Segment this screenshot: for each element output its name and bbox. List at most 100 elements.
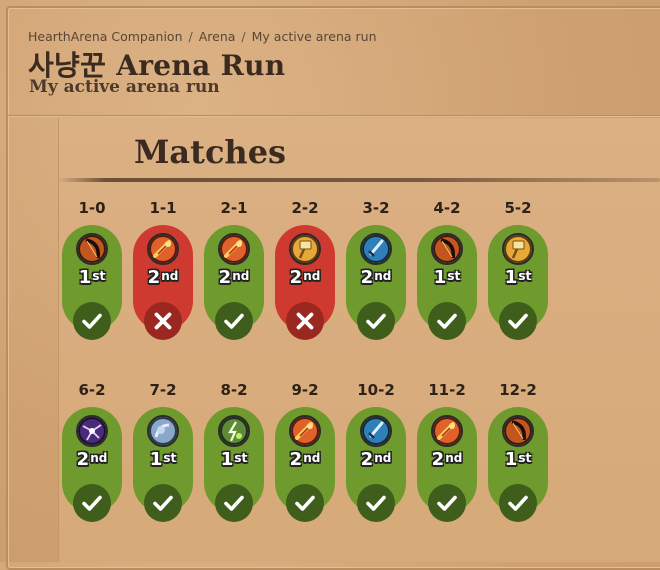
checkmark-icon: [215, 484, 253, 522]
shaman-lightning-icon: [218, 415, 250, 447]
match-score: 9-2: [291, 381, 319, 399]
match-card[interactable]: 6-2 2nd: [62, 381, 122, 522]
checkmark-icon: [73, 484, 111, 522]
match-score: 10-2: [357, 381, 395, 399]
fire-icon: [218, 233, 250, 265]
turn-order-suffix: nd: [303, 451, 321, 465]
match-score: 2-1: [220, 199, 248, 217]
turn-order: 1st: [417, 268, 477, 288]
breadcrumb: HearthArena Companion / Arena / My activ…: [28, 29, 377, 44]
match-card[interactable]: 1-0 1st: [62, 199, 122, 340]
turn-order: 1st: [488, 268, 548, 288]
matches-title: Matches: [134, 133, 287, 171]
match-card[interactable]: 8-2 1st: [204, 381, 264, 522]
turn-order: 1st: [62, 268, 122, 288]
turn-order: 2nd: [275, 268, 335, 288]
turn-order-suffix: st: [163, 451, 177, 465]
match-score: 8-2: [220, 381, 248, 399]
turn-order-suffix: st: [92, 269, 106, 283]
turn-order: 2nd: [346, 450, 406, 470]
checkmark-icon: [357, 484, 395, 522]
turn-order-suffix: nd: [232, 269, 250, 283]
checkmark-icon: [144, 484, 182, 522]
match-win-pill: 1st: [488, 225, 548, 340]
turn-order-suffix: st: [234, 451, 248, 465]
checkmark-icon: [286, 484, 324, 522]
match-score: 11-2: [428, 381, 466, 399]
turn-order-number: 1: [149, 449, 163, 470]
breadcrumb-arena[interactable]: Arena: [199, 29, 236, 44]
match-win-pill: 1st: [62, 225, 122, 340]
page-subtitle: My active arena run: [29, 77, 220, 97]
match-win-pill: 1st: [488, 407, 548, 522]
match-win-pill: 1st: [417, 225, 477, 340]
match-card[interactable]: 11-2 2nd: [417, 381, 477, 522]
match-card[interactable]: 1-1 2nd: [133, 199, 193, 340]
turn-order-number: 2: [431, 449, 445, 470]
match-card[interactable]: 4-2 1st: [417, 199, 477, 340]
match-card[interactable]: 12-2 1st: [488, 381, 548, 522]
warrior-sword-icon: [360, 233, 392, 265]
match-score: 7-2: [149, 381, 177, 399]
match-card[interactable]: 5-2 1st: [488, 199, 548, 340]
match-card[interactable]: 10-2 2nd: [346, 381, 406, 522]
turn-order-number: 2: [289, 449, 303, 470]
turn-order: 2nd: [204, 268, 264, 288]
cross-icon: [144, 302, 182, 340]
checkmark-icon: [428, 302, 466, 340]
warrior-sword-icon: [360, 415, 392, 447]
header-divider: [8, 115, 660, 117]
match-score: 1-0: [78, 199, 106, 217]
match-card[interactable]: 3-2 2nd: [346, 199, 406, 340]
match-score: 3-2: [362, 199, 390, 217]
hunter-bow-icon: [502, 415, 534, 447]
match-card[interactable]: 2-2 2nd: [275, 199, 335, 340]
checkmark-icon: [499, 484, 537, 522]
matches-divider: [58, 178, 660, 182]
match-win-pill: 2nd: [275, 407, 335, 522]
turn-order-suffix: nd: [445, 451, 463, 465]
checkmark-icon: [428, 484, 466, 522]
turn-order-number: 2: [218, 267, 232, 288]
match-win-pill: 2nd: [346, 407, 406, 522]
match-score: 2-2: [291, 199, 319, 217]
match-score: 4-2: [433, 199, 461, 217]
match-card[interactable]: 2-1 2nd: [204, 199, 264, 340]
match-card[interactable]: 7-2 1st: [133, 381, 193, 522]
match-loss-pill: 2nd: [133, 225, 193, 340]
turn-order: 1st: [488, 450, 548, 470]
checkmark-icon: [499, 302, 537, 340]
fire-icon: [147, 233, 179, 265]
warlock-fel-icon: [76, 415, 108, 447]
turn-order-suffix: st: [518, 269, 532, 283]
checkmark-icon: [73, 302, 111, 340]
turn-order: 2nd: [62, 450, 122, 470]
match-win-pill: 2nd: [204, 225, 264, 340]
turn-order-number: 2: [360, 449, 374, 470]
checkmark-icon: [215, 302, 253, 340]
turn-order: 2nd: [417, 450, 477, 470]
match-score: 6-2: [78, 381, 106, 399]
turn-order-number: 2: [147, 267, 161, 288]
mage-orb-icon: [147, 415, 179, 447]
turn-order-suffix: nd: [90, 451, 108, 465]
turn-order: 1st: [204, 450, 264, 470]
match-score: 5-2: [504, 199, 532, 217]
turn-order-suffix: nd: [374, 269, 392, 283]
match-score: 1-1: [149, 199, 177, 217]
turn-order-suffix: nd: [303, 269, 321, 283]
hunter-bow-icon: [76, 233, 108, 265]
turn-order-suffix: st: [518, 451, 532, 465]
turn-order-number: 1: [220, 449, 234, 470]
fire-icon: [431, 415, 463, 447]
breadcrumb-home[interactable]: HearthArena Companion: [28, 29, 183, 44]
turn-order-number: 2: [76, 449, 90, 470]
turn-order-number: 1: [504, 267, 518, 288]
turn-order-suffix: nd: [374, 451, 392, 465]
match-card[interactable]: 9-2 2nd: [275, 381, 335, 522]
breadcrumb-separator: /: [241, 29, 246, 44]
turn-order-number: 1: [504, 449, 518, 470]
match-loss-pill: 2nd: [275, 225, 335, 340]
turn-order: 2nd: [346, 268, 406, 288]
checkmark-icon: [357, 302, 395, 340]
